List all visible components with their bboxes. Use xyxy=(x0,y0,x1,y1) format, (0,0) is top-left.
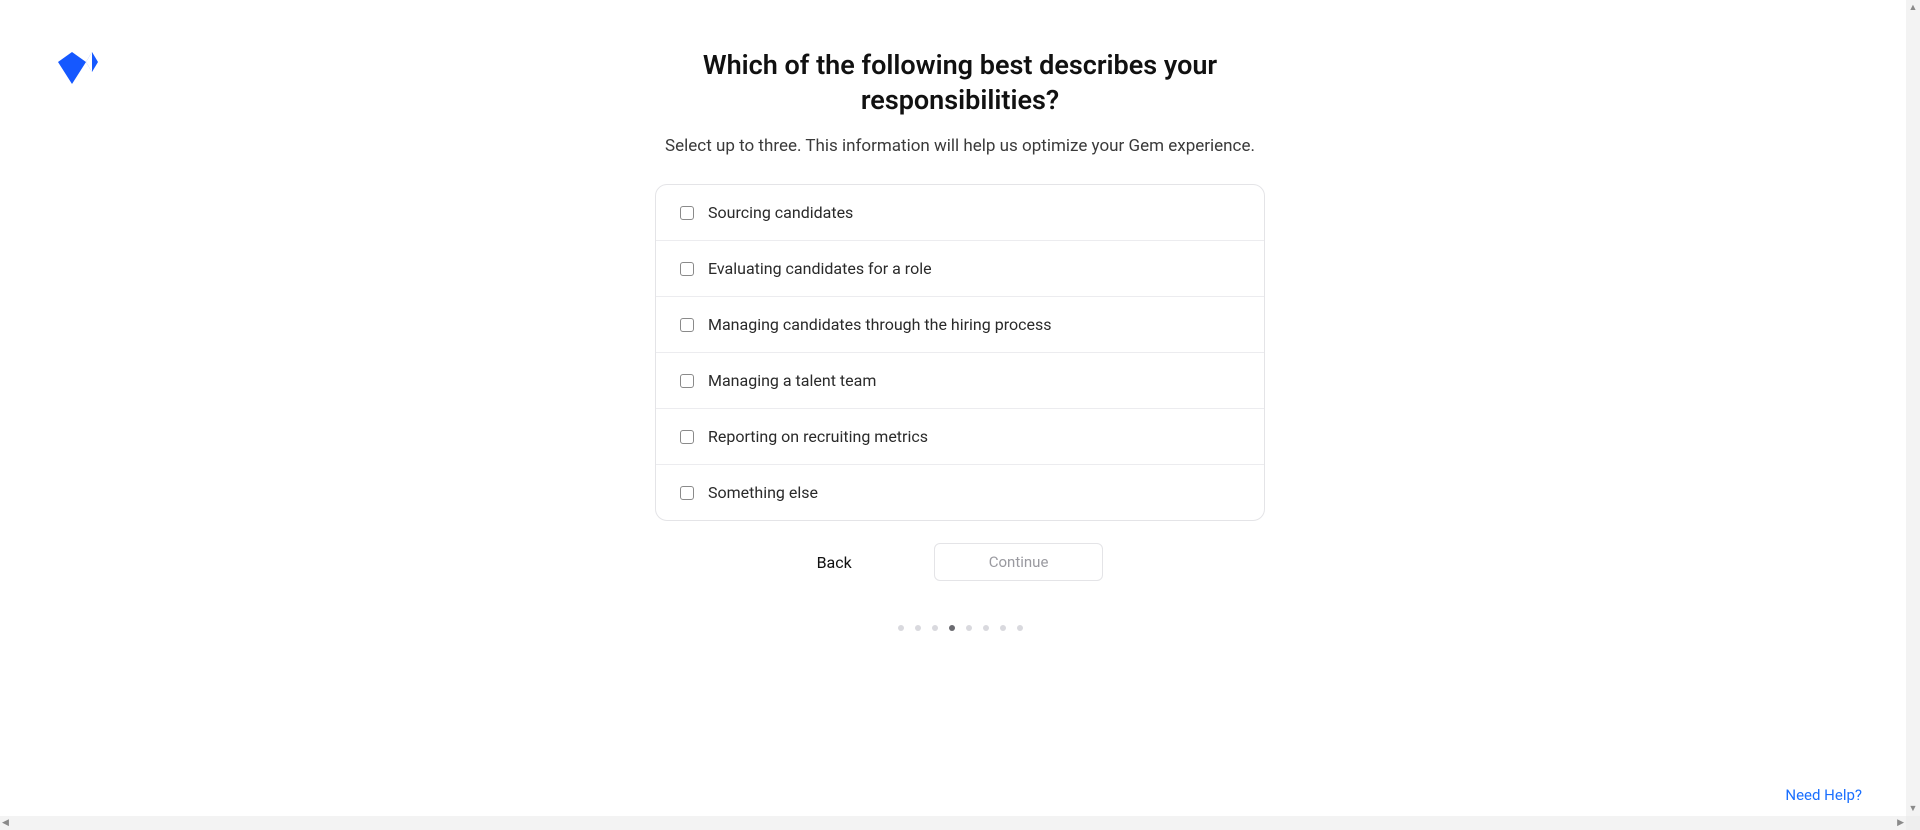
option-label: Evaluating candidates for a role xyxy=(708,259,932,278)
continue-button[interactable]: Continue xyxy=(934,543,1104,581)
option-reporting-metrics[interactable]: Reporting on recruiting metrics xyxy=(656,409,1264,465)
option-sourcing-candidates[interactable]: Sourcing candidates xyxy=(656,185,1264,241)
progress-dot xyxy=(932,625,938,631)
need-help-link[interactable]: Need Help? xyxy=(1785,786,1862,804)
option-label: Reporting on recruiting metrics xyxy=(708,427,928,446)
progress-dot xyxy=(983,625,989,631)
progress-dot xyxy=(898,625,904,631)
step-subtitle: Select up to three. This information wil… xyxy=(665,136,1255,156)
checkbox-icon[interactable] xyxy=(680,374,694,388)
gem-logo-icon xyxy=(58,52,98,88)
scroll-right-icon[interactable]: ▶ xyxy=(1897,818,1904,828)
scroll-up-icon[interactable]: ▲ xyxy=(1909,2,1918,13)
progress-dot xyxy=(1017,625,1023,631)
progress-dot xyxy=(1000,625,1006,631)
option-label: Something else xyxy=(708,483,818,502)
checkbox-icon[interactable] xyxy=(680,318,694,332)
option-evaluating-candidates[interactable]: Evaluating candidates for a role xyxy=(656,241,1264,297)
option-managing-team[interactable]: Managing a talent team xyxy=(656,353,1264,409)
progress-dot-active xyxy=(949,625,955,631)
scrollbar-corner xyxy=(1906,816,1920,830)
checkbox-icon[interactable] xyxy=(680,430,694,444)
scroll-left-icon[interactable]: ◀ xyxy=(2,818,9,828)
checkbox-icon[interactable] xyxy=(680,486,694,500)
back-button[interactable]: Back xyxy=(817,553,852,572)
checkbox-icon[interactable] xyxy=(680,262,694,276)
horizontal-scrollbar[interactable]: ◀ ▶ xyxy=(0,816,1906,830)
vertical-scrollbar[interactable]: ▲ ▼ xyxy=(1906,0,1920,816)
progress-dots xyxy=(898,625,1023,631)
options-list: Sourcing candidates Evaluating candidate… xyxy=(655,184,1265,521)
step-actions: Back Continue xyxy=(655,543,1265,581)
step-title: Which of the following best describes yo… xyxy=(655,48,1265,118)
scroll-down-icon[interactable]: ▼ xyxy=(1909,803,1918,814)
onboarding-step: Which of the following best describes yo… xyxy=(655,48,1265,631)
option-something-else[interactable]: Something else xyxy=(656,465,1264,520)
progress-dot xyxy=(966,625,972,631)
checkbox-icon[interactable] xyxy=(680,206,694,220)
option-label: Sourcing candidates xyxy=(708,203,853,222)
option-label: Managing a talent team xyxy=(708,371,876,390)
option-label: Managing candidates through the hiring p… xyxy=(708,315,1051,334)
option-managing-candidates[interactable]: Managing candidates through the hiring p… xyxy=(656,297,1264,353)
progress-dot xyxy=(915,625,921,631)
